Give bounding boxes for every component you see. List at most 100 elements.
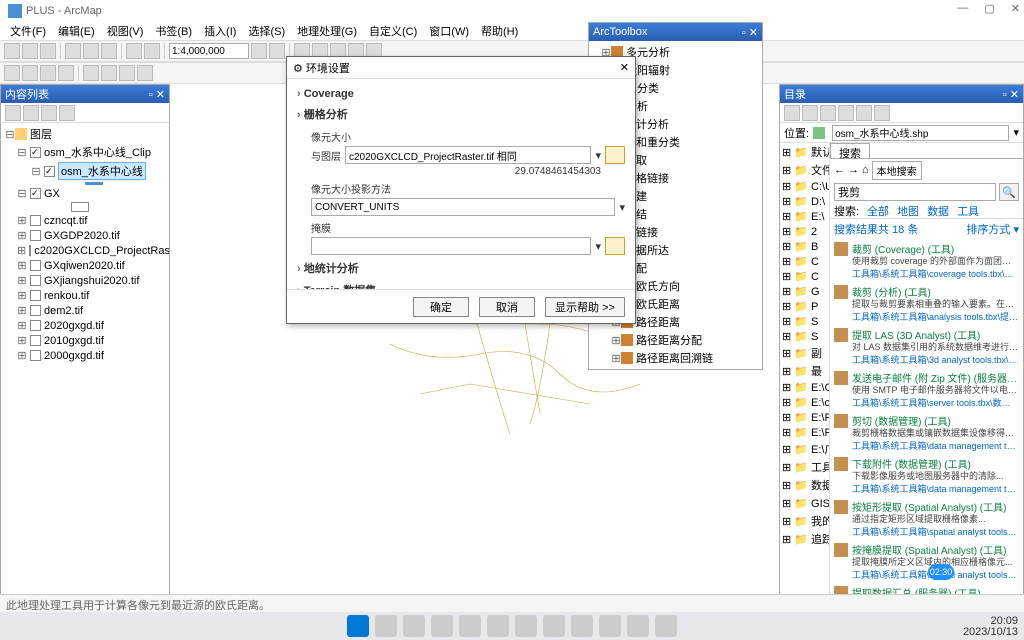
connect-icon[interactable] bbox=[802, 105, 818, 121]
list-by-drawing-icon[interactable] bbox=[5, 105, 21, 121]
result-list[interactable]: 裁剪 (Coverage) (工具) 使用裁剪 coverage 的外部面作为面… bbox=[830, 239, 1023, 603]
expander-icon[interactable]: ⊞ bbox=[17, 334, 27, 347]
expander-icon[interactable]: ⊞ bbox=[17, 349, 27, 362]
nav-home-icon[interactable]: ⌂ bbox=[862, 164, 869, 176]
layer-checkbox[interactable] bbox=[30, 188, 41, 199]
layer-checkbox[interactable] bbox=[30, 260, 41, 271]
result-title[interactable]: 裁剪 (分析) (工具) bbox=[852, 284, 1019, 299]
taskbar-app[interactable] bbox=[515, 615, 537, 637]
expander-icon[interactable]: ⊞ bbox=[17, 319, 27, 332]
catalog-tree-item[interactable]: ⊞ 📁 B bbox=[780, 239, 829, 254]
layer-checkbox[interactable] bbox=[30, 335, 41, 346]
toolbox-item[interactable]: 欧氏方向 bbox=[636, 278, 680, 294]
menu-view[interactable]: 视图(V) bbox=[103, 22, 148, 40]
catalog-tree-item[interactable]: ⊞ 📁 数据库 bbox=[780, 476, 829, 494]
maximize-button[interactable]: ▢ bbox=[984, 2, 994, 15]
find-icon[interactable] bbox=[137, 65, 153, 81]
pan-icon[interactable] bbox=[40, 65, 56, 81]
catalog-tree-item[interactable]: ⊞ 📁 GIS 服务 bbox=[780, 494, 829, 512]
filter-2[interactable]: 地图 bbox=[897, 203, 919, 218]
catalog-tree-item[interactable]: ⊞ 📁 C:\U bbox=[780, 179, 829, 194]
tree-layer[interactable]: GXGDP2020.tif bbox=[44, 230, 120, 242]
catalog-tree-item[interactable]: ⊞ 📁 文件夹 bbox=[780, 161, 829, 179]
result-path[interactable]: 工具箱\系统工具箱\data management tools... bbox=[852, 482, 1019, 495]
result-title[interactable]: 按掩膜提取 (Spatial Analyst) (工具) bbox=[852, 542, 1019, 557]
disconnect-icon[interactable] bbox=[820, 105, 836, 121]
taskbar-app[interactable] bbox=[543, 615, 565, 637]
copy-icon[interactable] bbox=[83, 43, 99, 59]
expander-icon[interactable]: ⊞ bbox=[17, 304, 27, 317]
expander-icon[interactable]: ⊞ bbox=[611, 334, 621, 347]
tree-layer[interactable]: c2020GXCLCD_ProjectRaster.tif bbox=[34, 245, 169, 257]
layer-checkbox[interactable] bbox=[30, 320, 41, 331]
taskbar-app[interactable] bbox=[459, 615, 481, 637]
search-result[interactable]: 剪切 (数据管理) (工具) 裁剪栅格数据集或镶嵌数据集设像移得到形状... 工… bbox=[834, 413, 1019, 452]
search-input[interactable] bbox=[834, 183, 996, 201]
result-path[interactable]: 工具箱\系统工具箱\3d analyst tools.tbx\转换... bbox=[852, 353, 1019, 366]
measure-icon[interactable] bbox=[119, 65, 135, 81]
catalog-tree[interactable]: ⊞ 📁 默认工⊞ 📁 文件夹⊞ 📁 C:\U⊞ 📁 D:\⊞ 📁 E:\⊞ 📁 … bbox=[780, 143, 830, 603]
menu-geoprocessing[interactable]: 地理处理(G) bbox=[293, 22, 361, 40]
catalog-tree-item[interactable]: ⊞ 📁 G bbox=[780, 284, 829, 299]
open-icon[interactable] bbox=[22, 43, 38, 59]
result-title[interactable]: 提取 LAS (3D Analyst) (工具) bbox=[852, 327, 1019, 342]
catalog-tree-item[interactable]: ⊞ 📁 我的托 bbox=[780, 512, 829, 530]
menu-edit[interactable]: 编辑(E) bbox=[54, 22, 99, 40]
expander-icon[interactable]: ⊞ bbox=[17, 259, 27, 272]
result-title[interactable]: 按矩形提取 (Spatial Analyst) (工具) bbox=[852, 499, 1019, 514]
result-path[interactable]: 工具箱\系统工具箱\spatial analyst tools.tbx... bbox=[852, 525, 1019, 538]
toolbox-item[interactable]: 欧氏距离 bbox=[636, 296, 680, 312]
search-result[interactable]: 按掩膜提取 (Spatial Analyst) (工具) 提取掩膜所定义区域内的… bbox=[834, 542, 1019, 581]
search-button[interactable]: 🔍 bbox=[999, 183, 1019, 201]
minimize-button[interactable]: — bbox=[957, 2, 968, 15]
catalog-tree-item[interactable]: ⊞ 📁 默认工 bbox=[780, 143, 829, 161]
expander-icon[interactable]: ⊞ bbox=[611, 352, 621, 365]
recording-badge[interactable]: 02:30 bbox=[928, 564, 954, 580]
toc-close-icon[interactable]: ▫ ✕ bbox=[149, 88, 165, 101]
up-icon[interactable] bbox=[784, 105, 800, 121]
ok-button[interactable]: 确定 bbox=[413, 297, 469, 317]
expander-icon[interactable]: ⊞ bbox=[17, 229, 27, 242]
start-button[interactable] bbox=[347, 615, 369, 637]
paste-icon[interactable] bbox=[101, 43, 117, 59]
dialog-close-icon[interactable]: ✕ bbox=[620, 61, 629, 74]
catalog-tree-item[interactable]: ⊞ 📁 最 bbox=[780, 362, 829, 380]
filter-1[interactable]: 全部 bbox=[867, 203, 889, 218]
catalog-tree-item[interactable]: ⊞ 📁 副 bbox=[780, 344, 829, 362]
expander-icon[interactable]: ⊟ bbox=[17, 146, 27, 159]
layer-checkbox[interactable] bbox=[44, 166, 55, 177]
result-path[interactable]: 工具箱\系统工具箱\coverage tools.tbx\空间... bbox=[852, 267, 1019, 280]
select-icon[interactable] bbox=[83, 65, 99, 81]
expander-icon[interactable]: ⊟ bbox=[5, 128, 15, 141]
catalog-tree-item[interactable]: ⊞ 📁 E:\ bbox=[780, 209, 829, 224]
browse-button[interactable] bbox=[605, 237, 625, 255]
result-title[interactable]: 裁剪 (Coverage) (工具) bbox=[852, 241, 1019, 256]
menu-file[interactable]: 文件(F) bbox=[6, 22, 50, 40]
cancel-button[interactable]: 取消 bbox=[479, 297, 535, 317]
tree-root[interactable]: 图层 bbox=[30, 126, 52, 142]
location-input[interactable] bbox=[832, 125, 1009, 141]
catalog-tree-item[interactable]: ⊞ 📁 追踪连 bbox=[780, 530, 829, 548]
result-path[interactable]: 工具箱\系统工具箱\data management tools... bbox=[852, 439, 1019, 452]
full-extent-icon[interactable] bbox=[58, 65, 74, 81]
toolbox-item[interactable]: 路径距离分配 bbox=[636, 332, 702, 348]
search-result[interactable]: 提取 LAS (3D Analyst) (工具) 对 LAS 数据集引用的系统数… bbox=[834, 327, 1019, 366]
arctoolbox-close-icon[interactable]: ▫ ✕ bbox=[742, 26, 758, 39]
layer-checkbox[interactable] bbox=[30, 215, 41, 226]
toc-tree[interactable]: ⊟图层 ⊟osm_水系中心线_Clip ⊟osm_水系中心线 ⊟GX ⊞cznc… bbox=[1, 123, 169, 603]
toolbox-item[interactable]: 路径距离回溯链 bbox=[636, 350, 713, 366]
taskbar[interactable] bbox=[0, 612, 1024, 640]
nav-back-icon[interactable]: ← bbox=[834, 164, 845, 176]
catalog-tree-item[interactable]: ⊞ 📁 E:\C bbox=[780, 380, 829, 395]
close-button[interactable]: ✕ bbox=[1011, 2, 1020, 15]
cut-icon[interactable] bbox=[65, 43, 81, 59]
taskbar-app[interactable] bbox=[655, 615, 677, 637]
menu-window[interactable]: 窗口(W) bbox=[425, 22, 473, 40]
scale-input[interactable] bbox=[169, 43, 249, 59]
tree-layer[interactable]: renkou.tif bbox=[44, 290, 89, 302]
undo-icon[interactable] bbox=[126, 43, 142, 59]
toolbox-item[interactable]: 格链接 bbox=[636, 170, 669, 186]
result-sort[interactable]: 排序方式 ▾ bbox=[966, 221, 1019, 237]
redo-icon[interactable] bbox=[144, 43, 160, 59]
save-icon[interactable] bbox=[40, 43, 56, 59]
